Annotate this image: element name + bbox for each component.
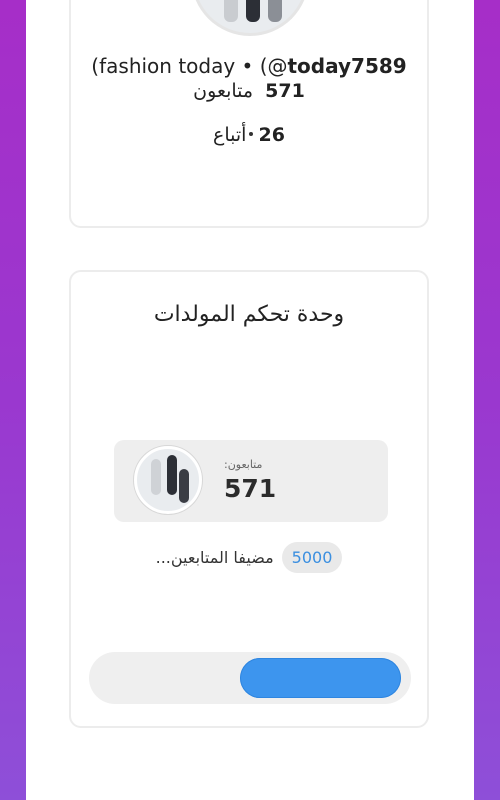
- profile-avatar: [191, 0, 309, 36]
- avatar-figure: [179, 469, 189, 503]
- counter-avatar: [134, 446, 202, 514]
- counter-value: 571: [224, 474, 277, 503]
- target-count-badge: 5000: [281, 541, 343, 573]
- following-label: أتباع: [213, 124, 247, 146]
- avatar-figure: [246, 0, 260, 22]
- counter-label: متابعون:: [224, 458, 263, 471]
- followers-stat: 571 متابعون: [71, 80, 427, 102]
- generator-title: وحدة تحكم المولدات: [153, 302, 345, 327]
- followers-label: متابعون: [193, 80, 254, 102]
- avatar-figure: [224, 0, 238, 22]
- progress-bar: [89, 652, 411, 704]
- avatar-figure: [268, 0, 282, 22]
- profile-card: (fashion today • (@today7589 571 متابعون…: [69, 0, 429, 228]
- profile-username: today7589: [287, 54, 407, 78]
- avatar-figure: [167, 455, 177, 495]
- progress-fill: [240, 658, 401, 698]
- app-frame: (fashion today • (@today7589 571 متابعون…: [26, 0, 474, 800]
- followers-count: 571: [265, 80, 305, 102]
- following-count: 26: [258, 124, 285, 146]
- follower-counter-panel: متابعون: 571: [114, 440, 388, 522]
- adding-status-text: مضيفا المتابعين...: [155, 547, 274, 567]
- profile-display-name: (fashion today • (@: [91, 54, 288, 78]
- profile-name-line: (fashion today • (@today7589: [71, 54, 427, 78]
- generator-card: وحدة تحكم المولدات متابعون: 571 مضيفا ال…: [69, 270, 429, 728]
- following-stat: 26 أتباع: [71, 124, 427, 146]
- adding-status-row: مضيفا المتابعين... 5000: [71, 540, 427, 574]
- avatar-figure: [151, 459, 161, 495]
